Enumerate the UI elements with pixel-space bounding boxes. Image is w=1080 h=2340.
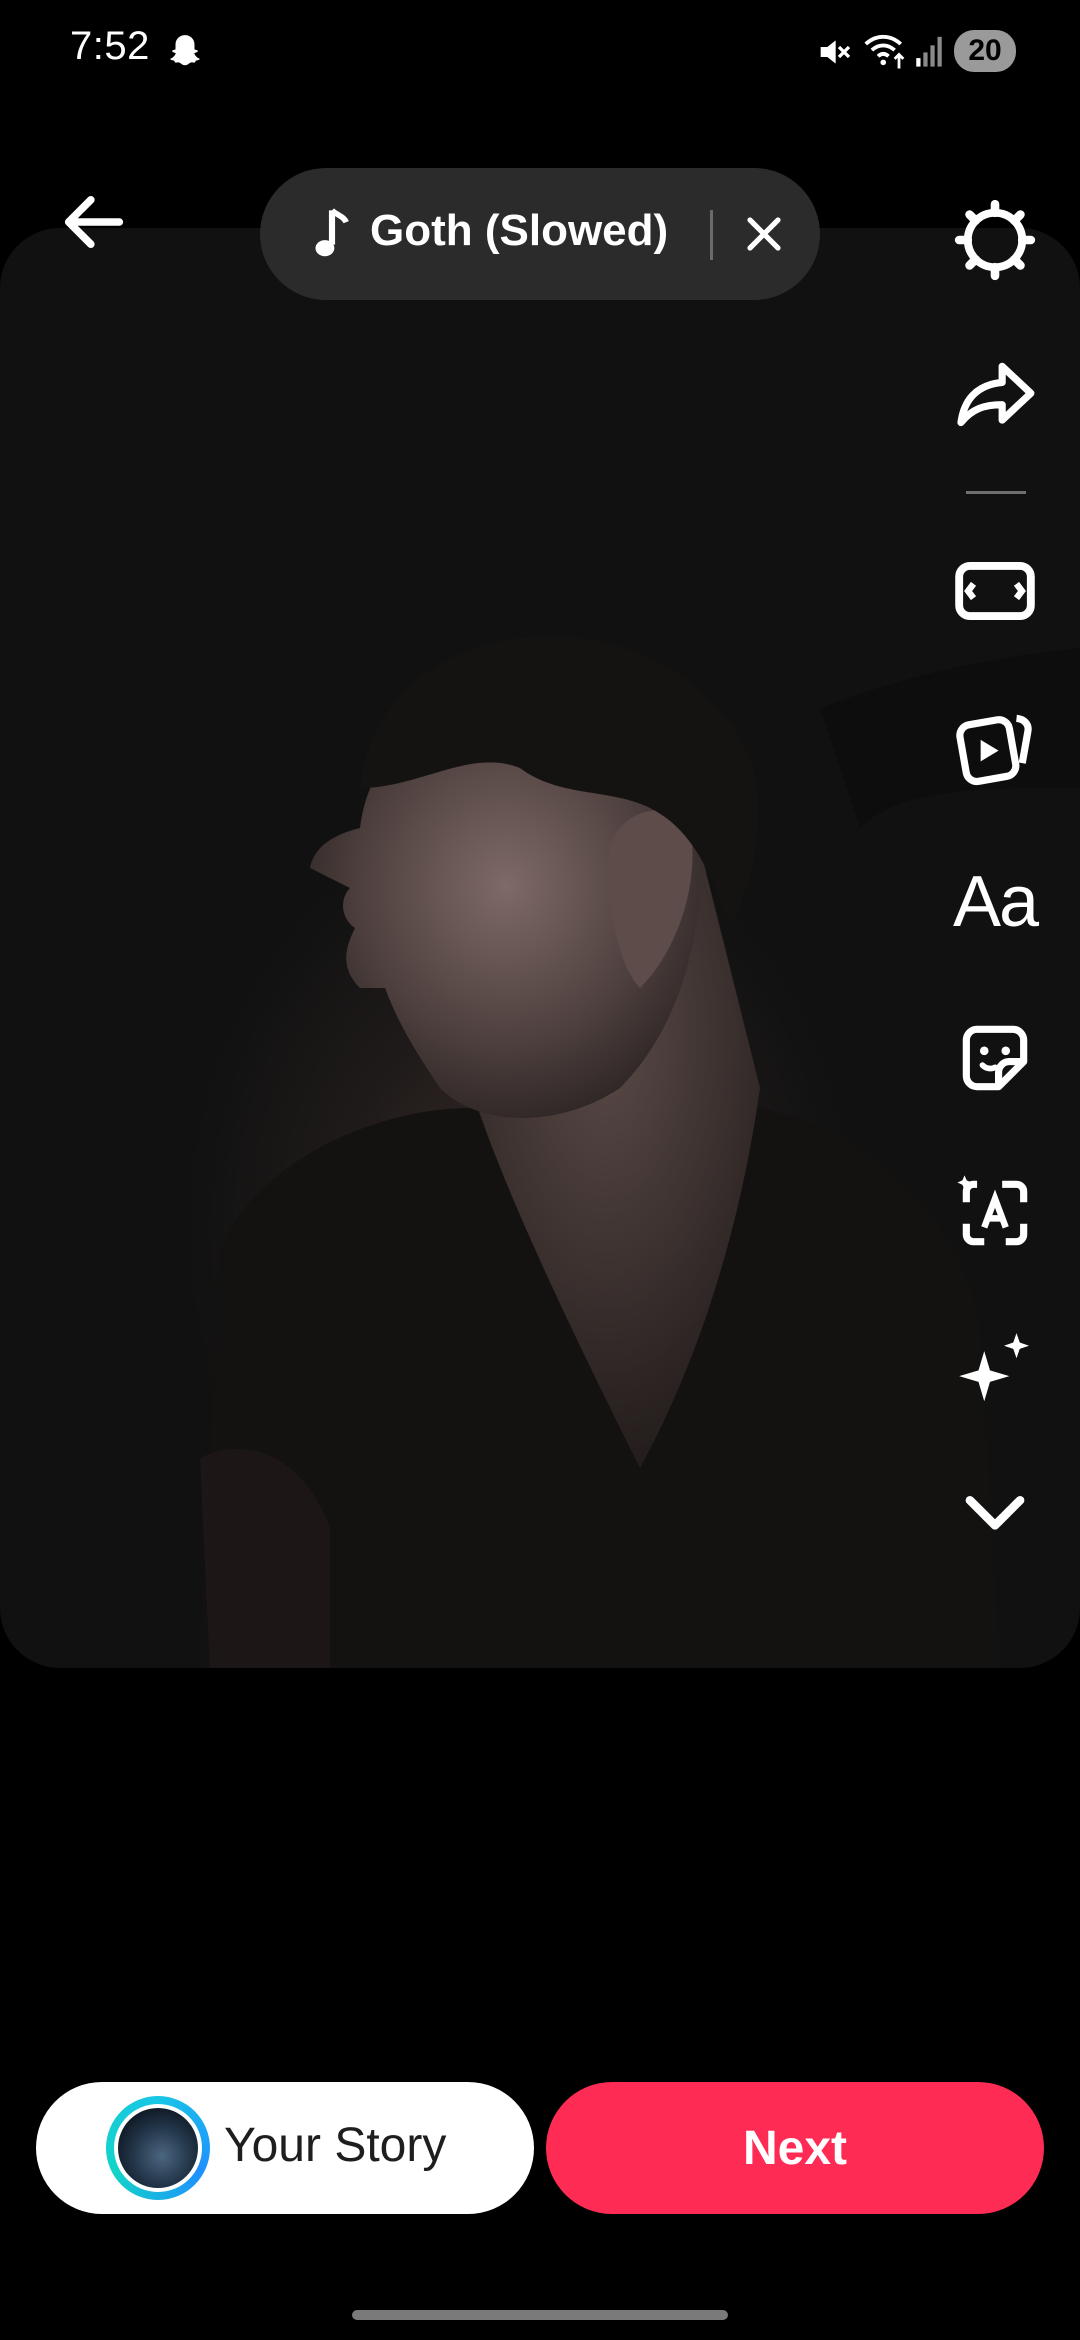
back-arrow-icon[interactable] [56, 184, 132, 260]
snapchat-ghost-icon [170, 35, 200, 66]
video-cards-icon [956, 714, 1032, 786]
effects-sparkle-icon[interactable] [950, 1324, 1040, 1414]
portrait-photo [200, 636, 1080, 1668]
captions-a-icon [957, 1175, 1028, 1246]
sticker-face-icon [962, 1025, 1028, 1091]
aspect-ratio-icon[interactable] [950, 546, 1040, 636]
settings-gear-icon[interactable] [950, 195, 1040, 285]
frame-icon [955, 561, 1035, 621]
your-story-button[interactable]: Your Story [36, 2082, 534, 2214]
signal-icon [916, 36, 942, 67]
sticker-icon[interactable] [950, 1013, 1040, 1103]
status-time: 7:52 [70, 24, 150, 68]
sound-title: Goth (Slowed) [370, 206, 669, 255]
status-bar: 7:52 20 [0, 0, 1080, 100]
auto-captions-icon[interactable] [950, 1168, 1040, 1258]
text-tool[interactable]: Aa [950, 857, 1040, 947]
gear-icon [954, 199, 1036, 281]
remove-sound-close-icon[interactable] [740, 210, 788, 258]
templates-video-icon[interactable] [950, 702, 1040, 792]
share-icon [957, 362, 1035, 427]
battery-indicator: 20 [954, 30, 1016, 72]
selected-sound-pill[interactable]: Goth (Slowed) [260, 168, 820, 300]
toolbar-divider [966, 491, 1026, 494]
next-button[interactable]: Next [546, 2082, 1044, 2214]
chevron-down-icon [965, 1495, 1025, 1530]
sparkle-icon [959, 1333, 1030, 1402]
avatar-image [118, 2108, 198, 2188]
more-tools-chevron-down-icon[interactable] [950, 1466, 1040, 1556]
home-indicator[interactable] [352, 2310, 728, 2320]
avatar [106, 2096, 210, 2200]
music-note-icon [315, 208, 349, 257]
share-arrow-icon[interactable] [950, 350, 1040, 440]
photo-preview[interactable] [0, 228, 1080, 1668]
mute-icon [820, 40, 851, 64]
your-story-label: Your Story [224, 2119, 447, 2172]
pill-divider [710, 210, 713, 260]
text-aa-icon: Aa [952, 862, 1039, 942]
wifi-icon [864, 34, 905, 69]
